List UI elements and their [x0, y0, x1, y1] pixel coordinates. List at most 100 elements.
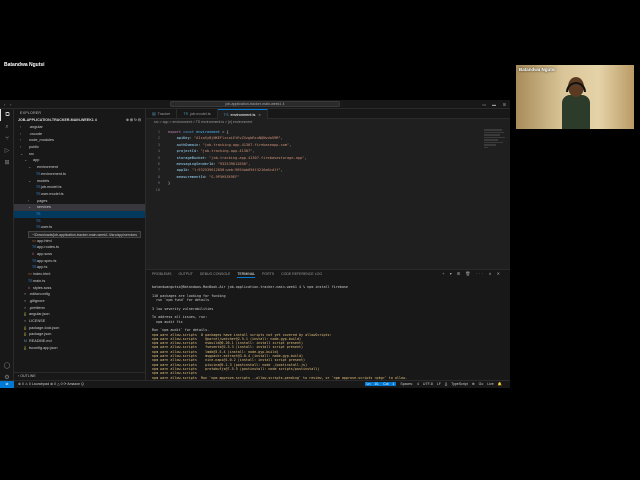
tree-item-label: main.ts	[33, 278, 46, 283]
chevron-down-icon: ⌄	[24, 158, 28, 163]
tree-item[interactable]: TSuser.ts	[14, 224, 145, 231]
tree-item[interactable]: {} package.json	[14, 331, 145, 338]
editor-tab[interactable]: TS environment.ts ×	[217, 109, 268, 119]
tree-item-label: app.html	[37, 238, 52, 243]
tree-item[interactable]: ⌄ services	[14, 204, 145, 211]
tree-item[interactable]: ⌄ environment	[14, 164, 145, 171]
tree-item[interactable]: TSapp.spec.ts	[14, 258, 145, 265]
code-line[interactable]: storageBucket: "job-tracking-app-41307.f…	[168, 156, 307, 160]
tree-item[interactable]: › public	[14, 144, 145, 151]
tree-item-label: app.spec.ts	[37, 258, 57, 263]
tree-item[interactable]: {} package-lock.json	[14, 325, 145, 332]
panel-tab[interactable]: CODE REFERENCE LOG	[281, 270, 322, 278]
layout-icon[interactable]: ▭	[482, 102, 486, 107]
code-line[interactable]: export const environment = {	[168, 130, 229, 134]
tree-item-label: angular.json	[29, 312, 50, 317]
tree-item[interactable]: ≡ .gitignore	[14, 298, 145, 305]
tree-item[interactable]: TS	[14, 218, 145, 225]
account-icon[interactable]: ◯	[0, 360, 14, 372]
line-number: 4	[157, 149, 160, 154]
code-line[interactable]: measurementId: "G-9P5H5ZK9EF"	[168, 175, 240, 179]
tree-item[interactable]: TSjob.model.ts	[14, 184, 145, 191]
tree-item[interactable]: <>app.html	[14, 238, 145, 245]
terminal-output[interactable]: batandwangutsi@Batandwas-MacBook-Air job…	[152, 281, 492, 384]
tree-item[interactable]: M README.md	[14, 338, 145, 345]
tree-item[interactable]: TSmain.ts	[14, 278, 145, 285]
search-icon[interactable]: ⌕	[0, 121, 14, 133]
panel-actions-icon[interactable]: + ▾ ⊞ 🗑 ··· ∧ ✕	[442, 271, 502, 276]
panel-tab[interactable]: TERMINAL	[237, 270, 256, 278]
code-view[interactable]: 1 export const environment = {2 apiKey: "…	[146, 128, 510, 268]
tree-item[interactable]: › .angular	[14, 124, 145, 131]
tree-item[interactable]: # styles.scss	[14, 285, 145, 292]
tree-item[interactable]: # app.scss	[14, 251, 145, 258]
code-line[interactable]: apiKey: "AIzaSyBjNKEFlzcoLEtEvZXzgbRzuNQ…	[168, 136, 283, 140]
go-live-button[interactable]: ⊕ Go Live	[472, 382, 494, 386]
code-line[interactable]: appId: "1:932539612858:web:9694ab694f421…	[168, 168, 283, 172]
tree-item[interactable]: {} angular.json	[14, 311, 145, 318]
tree-item-label: services	[37, 205, 51, 210]
tree-item-label: LICENSE	[29, 318, 46, 323]
encoding[interactable]: UTF-8	[423, 382, 433, 386]
minimap[interactable]	[484, 128, 506, 158]
tree-item[interactable]: TSapp.ts	[14, 264, 145, 271]
tree-item[interactable]: › node_modules	[14, 137, 145, 144]
nav-forward-icon[interactable]: ›	[10, 102, 11, 107]
nav-back-icon[interactable]: ‹	[4, 102, 5, 107]
source-control-icon[interactable]: ⑂	[0, 133, 14, 145]
code-line[interactable]: messagingSenderId: "932539612858",	[168, 162, 251, 166]
tree-item[interactable]: ⌄ app	[14, 157, 145, 164]
project-root[interactable]: JOB-APPLICATION-TRACKER-MAIN-WEEK1 4 ⊕ ⊞…	[14, 117, 145, 124]
tree-item-label: job.model.ts	[41, 185, 62, 190]
line-number: 1	[157, 130, 160, 134]
remote-icon[interactable]: ⇌	[0, 381, 14, 388]
cursor-position[interactable]: Ln 10, Col 1	[364, 382, 397, 386]
customize-layout-icon[interactable]: ⊞	[503, 102, 506, 107]
tree-item[interactable]: TSuser.model.ts	[14, 191, 145, 198]
tree-item[interactable]: TSenvironment.ts	[14, 171, 145, 178]
bottom-panel: PROBLEMS OUTPUT DEBUG CONSOLE TERMINAL PORTS…	[146, 269, 510, 384]
panel-tab[interactable]: OUTPUT	[178, 270, 192, 278]
status-left[interactable]: ⊗ 0 ⚠ 0 Launchpad ⊗ 0 △ 0 ⟳ Amazon Q	[18, 381, 84, 388]
end-of-line[interactable]: LF	[437, 382, 441, 386]
tree-item[interactable]: ≡ .editorconfig	[14, 291, 145, 298]
code-line[interactable]: projectId: "job-tracking-app-41307",	[168, 149, 255, 153]
tree-item-label: README.md	[29, 339, 52, 343]
presenter-name: Batandwa Ngutsi	[4, 62, 45, 68]
tree-item[interactable]: <>index.html	[14, 271, 145, 278]
ts-icon: TS	[183, 112, 189, 116]
tree-item[interactable]: TSapp.routes.ts	[14, 244, 145, 251]
project-name: JOB-APPLICATION-TRACKER-MAIN-WEEK1 4	[18, 118, 97, 122]
chevron-down-icon: ⌄	[28, 165, 32, 170]
outline-section[interactable]: › OUTLINE	[14, 372, 146, 380]
notifications-icon[interactable]: 🔔	[498, 382, 502, 386]
editor-tab[interactable]: ▤ Tracker	[146, 109, 178, 119]
activity-bar: ⧉ ⌕ ⑂ ▷ ⊞ ◯ ⚙	[0, 109, 14, 388]
panel-tab[interactable]: DEBUG CONSOLE	[200, 270, 231, 278]
close-icon[interactable]: ×	[258, 113, 260, 117]
panel-tab[interactable]: PROBLEMS	[152, 270, 171, 278]
breadcrumb[interactable]: src > app > environment > TS environment…	[146, 119, 510, 126]
command-center-search[interactable]: job-application-tracker-main-week1 4	[170, 101, 340, 107]
run-debug-icon[interactable]: ▷	[0, 145, 14, 157]
tree-item[interactable]: TS	[14, 210, 145, 218]
tree-item[interactable]: {} tsconfig.app.json	[14, 345, 145, 352]
tree-item[interactable]: ⌄ models	[14, 178, 145, 185]
explorer-actions-icon[interactable]: ⊕ ⊞ ↻ ⊟	[126, 117, 141, 124]
tree-item[interactable]: ≡ .prettierrc	[14, 305, 145, 312]
language-mode[interactable]: {} TypeScript	[445, 382, 468, 386]
indentation[interactable]: Spaces: 4	[400, 382, 419, 386]
tree-item[interactable]: ≡ LICENSE	[14, 318, 145, 325]
code-line[interactable]: authDomain: "job-tracking-app-41307.fire…	[168, 143, 292, 147]
panel-toggle-icon[interactable]: ▬	[492, 102, 496, 107]
explorer-icon[interactable]: ⧉	[0, 109, 14, 121]
status-bar: ⇌ ⊗ 0 ⚠ 0 Launchpad ⊗ 0 △ 0 ⟳ Amazon Q L…	[0, 380, 510, 388]
editor-tab[interactable]: TS job.model.ts	[177, 109, 218, 119]
panel-tab[interactable]: PORTS	[262, 270, 274, 278]
explorer-sidebar: EXPLORER JOB-APPLICATION-TRACKER-MAIN-WE…	[14, 109, 146, 380]
code-line[interactable]: }	[168, 181, 170, 185]
extensions-icon[interactable]: ⊞	[0, 157, 14, 169]
tree-item[interactable]: › pages	[14, 198, 145, 205]
tree-item[interactable]: ⌄ src	[14, 151, 145, 158]
tree-item[interactable]: › .vscode	[14, 131, 145, 138]
